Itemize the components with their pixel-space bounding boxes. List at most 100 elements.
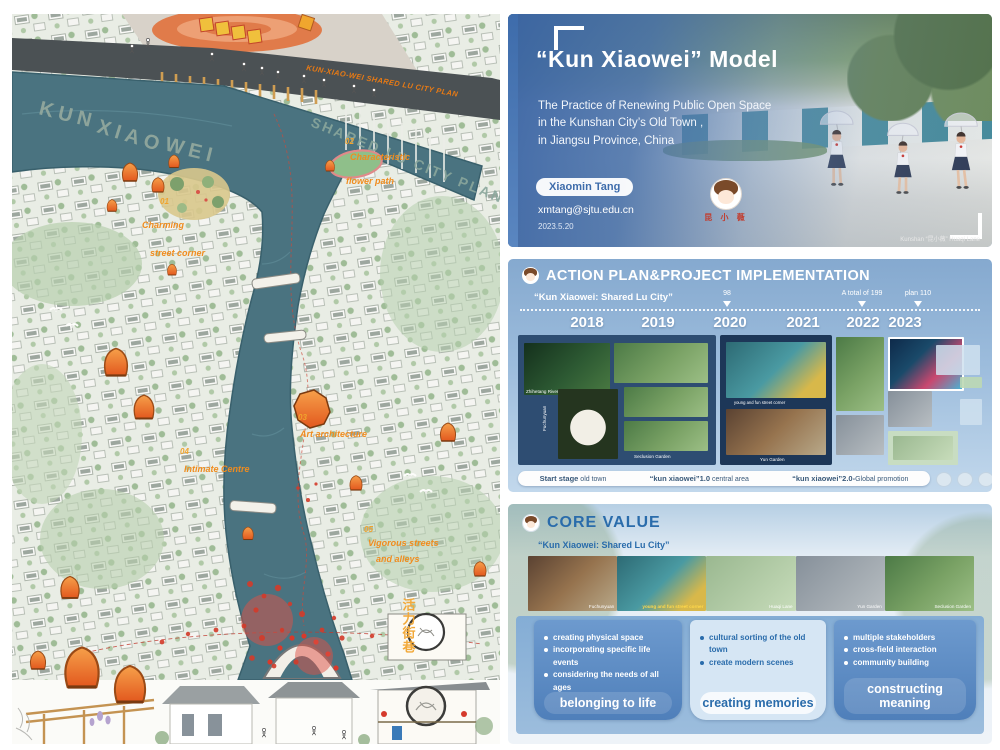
stage-rest: old town — [578, 476, 606, 483]
bullet: cultural sorting of the old town — [700, 632, 818, 657]
mascot-face-icon — [710, 178, 742, 210]
photo-street-corner: young and fun street corner — [617, 556, 706, 611]
photo-2021-garden — [836, 337, 884, 411]
photo-wall-art — [893, 436, 953, 460]
stage-bold: “kun xiaowei”1.0 — [650, 474, 710, 483]
stage-bold: Start stage — [540, 474, 579, 483]
slide-subtitle: “Kun Xiaowei: Shared Lu City” — [538, 540, 670, 550]
photo-zhihetang-river: Zhihetang River — [524, 343, 610, 395]
left-accent-bar — [508, 14, 518, 247]
stage-2-0: “kun xiaowei”2.0-Global promotion — [792, 474, 908, 483]
action-plan-slide: ACTION PLAN&PROJECT IMPLEMENTATION “Kun … — [508, 259, 992, 492]
marker-arrow — [858, 301, 866, 307]
subtitle-line-3: in Jiangsu Province, China — [538, 133, 771, 150]
photo-2023-panel — [888, 431, 958, 465]
year-2018: 2018 — [570, 314, 603, 331]
photo-fuchunyuan: Fuchunyuan — [528, 556, 617, 611]
card-footer: creating memories — [700, 692, 816, 714]
photo-strip: Fuchunyuan young and fun street corner H… — [528, 556, 974, 611]
vertical-chinese-label: 活力街巷 — [401, 597, 417, 654]
bullet: multiple stakeholders — [844, 632, 968, 644]
bullet: create modern scenes — [700, 657, 818, 669]
card-bullets: creating physical space incorporating sp… — [544, 632, 674, 694]
svg-text:Vigorous streets: Vigorous streets — [368, 538, 439, 548]
photo-huaqi-lane: Huaqi Lane — [706, 556, 795, 611]
bullet: incorporating specific life events — [544, 644, 674, 669]
slide-subtitle: “Kun Xiaowei: Shared Lu City” — [534, 292, 673, 303]
value-card-belonging: creating physical space incorporating sp… — [534, 620, 682, 720]
svg-text:Charming: Charming — [142, 220, 185, 230]
photo-2021-street — [836, 415, 884, 455]
svg-text:Art architecture: Art architecture — [299, 429, 367, 439]
author-badge: Xiaomin Tang — [536, 178, 633, 196]
bullet: considering the needs of all ages — [544, 669, 674, 694]
year-2019: 2019 — [641, 314, 674, 331]
slide-header-title: ACTION PLAN&PROJECT IMPLEMENTATION — [546, 268, 870, 284]
svg-text:flower path: flower path — [346, 176, 395, 186]
slide-header-title: CORE VALUE — [547, 514, 661, 532]
photo-street-corner — [726, 342, 826, 398]
photo-credit: Kunshan “昆小薇” Huaqi Lane — [900, 234, 980, 243]
stage-bold: “kun xiaowei”2.0- — [792, 474, 855, 483]
stage-bar: Start stage old town “kun xiaowei”1.0 ce… — [518, 471, 930, 486]
photo-yun-garden: Yun Garden — [796, 556, 885, 611]
marker-arrow — [914, 301, 922, 307]
svg-text:03: 03 — [298, 413, 307, 422]
svg-text:01: 01 — [160, 197, 169, 206]
photo-label: Seclusion Garden — [934, 604, 971, 609]
slide-header: CORE VALUE — [522, 514, 661, 532]
value-card-memories: cultural sorting of the old town create … — [690, 620, 826, 720]
photo-seclusion-garden: Seclusion Garden — [885, 556, 974, 611]
slide-date: 2023.5.20 — [538, 222, 574, 231]
collage-panel-2020: young and fun street corner Yun Garden — [720, 335, 832, 465]
timeline-dotted-line — [520, 309, 980, 311]
card-footer: constructing meaning — [844, 678, 966, 714]
label-chip — [960, 377, 982, 388]
photo-label-vertical: Fuchunyuan — [542, 406, 547, 431]
photo-label: Yun Garden — [760, 457, 785, 462]
bullet: community building — [844, 657, 968, 669]
subtitle-line-1: The Practice of Renewing Public Open Spa… — [538, 98, 771, 115]
svg-text:04: 04 — [180, 447, 189, 456]
photo-label: Fuchunyuan — [589, 604, 614, 609]
year-2020: 2020 — [713, 314, 746, 331]
kunxiaowei-logo: 昆 小 薇 — [698, 178, 754, 223]
photo-seclusion-garden — [624, 421, 708, 451]
mascot-face-icon — [522, 514, 540, 532]
stage-1-0: “kun xiaowei”1.0 central area — [650, 474, 749, 483]
year-2021: 2021 — [786, 314, 819, 331]
stage-ovals — [936, 472, 992, 487]
photo-label: Zhihetang River — [526, 389, 558, 394]
photo-yun-garden — [726, 409, 826, 455]
card-bullets: cultural sorting of the old town create … — [700, 632, 818, 669]
photo-2022-street — [888, 391, 932, 427]
year-2023: 2023 — [888, 314, 921, 331]
stage-start: Start stage old town — [540, 474, 607, 483]
photo-label: Huaqi Lane — [769, 604, 793, 609]
slide-subtitle: The Practice of Renewing Public Open Spa… — [538, 98, 771, 150]
svg-text:Intimate Centre: Intimate Centre — [184, 464, 250, 474]
stage-rest: central area — [710, 476, 749, 483]
timeline-marker-98: 98 — [723, 290, 731, 297]
mascot-face-icon — [522, 267, 539, 284]
placeholder-box — [936, 345, 980, 375]
card-footer: belonging to life — [544, 692, 672, 714]
poster-canvas: KUN XIAO WEI SHARED LU CITY PLAN KUN-XIA… — [0, 0, 1000, 750]
slide-title: “Kun Xiaowei” Model — [536, 46, 778, 73]
photo-garden — [614, 343, 708, 383]
svg-text:street corner: street corner — [150, 248, 206, 258]
title-slide: “Kun Xiaowei” Model The Practice of Rene… — [508, 14, 992, 247]
stage-rest: Global promotion — [855, 476, 908, 483]
year-2022: 2022 — [846, 314, 879, 331]
map-street-scene — [12, 680, 500, 744]
bullet: cross-field interaction — [844, 644, 968, 656]
slide-header: ACTION PLAN&PROJECT IMPLEMENTATION — [522, 267, 870, 284]
svg-text:05: 05 — [364, 525, 373, 534]
bullet: creating physical space — [544, 632, 674, 644]
timeline-marker-110: plan 110 — [905, 290, 931, 297]
svg-text:Characteristic: Characteristic — [350, 152, 410, 162]
photo-garden-2 — [624, 387, 708, 417]
marker-arrow — [723, 301, 731, 307]
subtitle-line-2: in the Kunshan City’s Old Town , — [538, 115, 771, 132]
timeline-marker-199: A total of 199 — [842, 290, 883, 297]
